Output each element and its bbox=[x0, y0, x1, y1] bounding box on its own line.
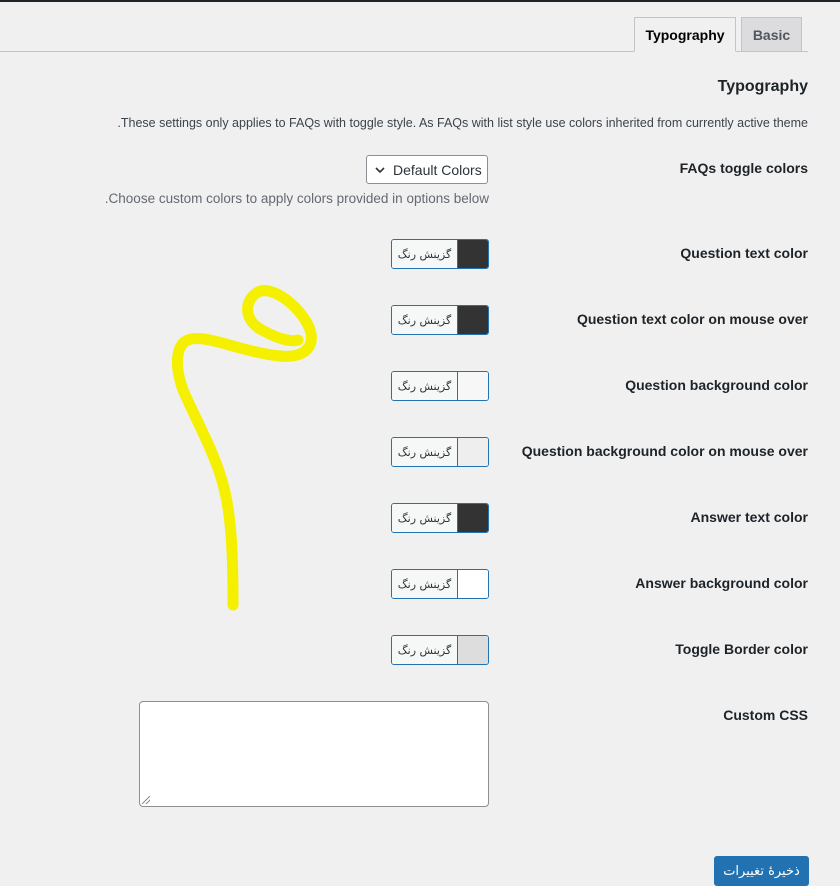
question-text-color-label: Question text color bbox=[680, 245, 808, 261]
scribble-stroke bbox=[171, 285, 317, 611]
chevron-down-icon bbox=[375, 166, 385, 173]
toggle-colors-label: FAQs toggle colors bbox=[679, 160, 808, 176]
color-swatch bbox=[458, 438, 488, 466]
question-bg-hover-color-label: Question background color on mouse over bbox=[521, 443, 808, 459]
tab-basic[interactable]: Basic bbox=[741, 17, 802, 51]
section-description: These settings only applies to FAQs with… bbox=[117, 116, 808, 130]
toggle-colors-selected: Default Colors bbox=[393, 161, 482, 178]
color-button-text: گزینش رنگ bbox=[392, 306, 458, 334]
color-button-text: گزینش رنگ bbox=[392, 438, 458, 466]
section-title: Typography bbox=[717, 78, 808, 95]
color-swatch bbox=[458, 570, 488, 598]
color-button-text: گزینش رنگ bbox=[392, 372, 458, 400]
toggle-colors-hint: Choose custom colors to apply colors pro… bbox=[104, 191, 489, 206]
color-swatch bbox=[458, 372, 488, 400]
bottom-edge bbox=[0, 886, 840, 890]
answer-bg-color-label: Answer background color bbox=[635, 575, 808, 591]
resize-handle-icon[interactable] bbox=[142, 796, 150, 804]
toggle-colors-select[interactable]: Default Colors bbox=[366, 155, 488, 184]
color-button-text: گزینش رنگ bbox=[392, 240, 458, 268]
top-border bbox=[0, 0, 840, 2]
color-swatch bbox=[458, 636, 488, 664]
question-text-hover-color-label: Question text color on mouse over bbox=[576, 311, 808, 327]
answer-text-color-button[interactable]: گزینش رنگ bbox=[391, 503, 489, 533]
toggle-border-color-button[interactable]: گزینش رنگ bbox=[391, 635, 489, 665]
question-bg-color-button[interactable]: گزینش رنگ bbox=[391, 371, 489, 401]
save-changes-button[interactable]: ذخیرهٔ تغییرات bbox=[714, 856, 809, 886]
answer-text-color-label: Answer text color bbox=[690, 509, 808, 525]
question-text-color-button[interactable]: گزینش رنگ bbox=[391, 239, 489, 269]
color-button-text: گزینش رنگ bbox=[392, 570, 458, 598]
question-bg-hover-color-button[interactable]: گزینش رنگ bbox=[391, 437, 489, 467]
question-bg-color-label: Question background color bbox=[625, 377, 808, 393]
answer-bg-color-button[interactable]: گزینش رنگ bbox=[391, 569, 489, 599]
color-button-text: گزینش رنگ bbox=[392, 636, 458, 664]
color-swatch bbox=[458, 240, 488, 268]
custom-css-label: Custom CSS bbox=[723, 707, 808, 723]
custom-css-textarea[interactable] bbox=[139, 701, 489, 807]
color-button-text: گزینش رنگ bbox=[392, 504, 458, 532]
toggle-border-color-label: Toggle Border color bbox=[675, 641, 808, 657]
question-text-hover-color-button[interactable]: گزینش رنگ bbox=[391, 305, 489, 335]
color-swatch bbox=[458, 306, 488, 334]
tab-typography[interactable]: Typography bbox=[634, 17, 736, 52]
color-swatch bbox=[458, 504, 488, 532]
